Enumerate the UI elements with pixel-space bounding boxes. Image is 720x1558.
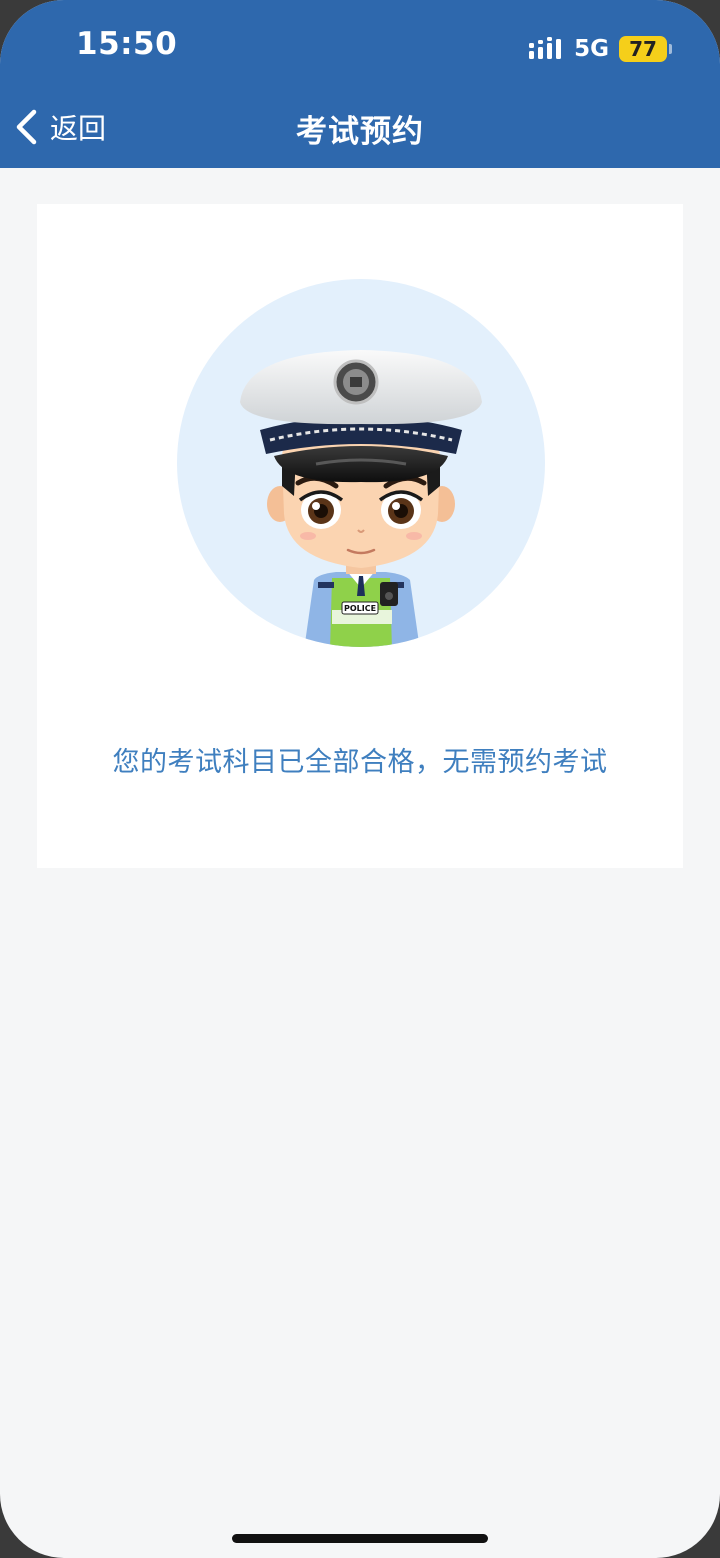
status-message: 您的考试科目已全部合格，无需预约考试: [112, 747, 608, 778]
battery-level: 77: [629, 37, 657, 61]
battery-icon: 77: [619, 36, 667, 62]
police-avatar: POLICE: [176, 278, 546, 648]
status-indicators: 5G 77: [528, 32, 672, 66]
navigation-bar: 返回 考试预约: [0, 90, 720, 166]
status-time: 15:50: [76, 26, 178, 62]
page-title: 考试预约: [296, 114, 424, 150]
signal-icon: [529, 37, 562, 59]
police-illustration: POLICE: [177, 279, 545, 647]
home-indicator[interactable]: [232, 1534, 488, 1543]
app-screen: 15:50 5G 77 返回 考试预约 POLICE 您的考试科目已全部合格，无…: [0, 0, 720, 1558]
header-bar: 15:50 5G 77 返回 考试预约: [0, 0, 720, 168]
network-type: 5G: [574, 36, 609, 62]
police-badge-text: POLICE: [344, 604, 376, 613]
result-card: POLICE 您的考试科目已全部合格，无需预约考试: [37, 204, 683, 868]
battery-tip: [669, 44, 672, 54]
